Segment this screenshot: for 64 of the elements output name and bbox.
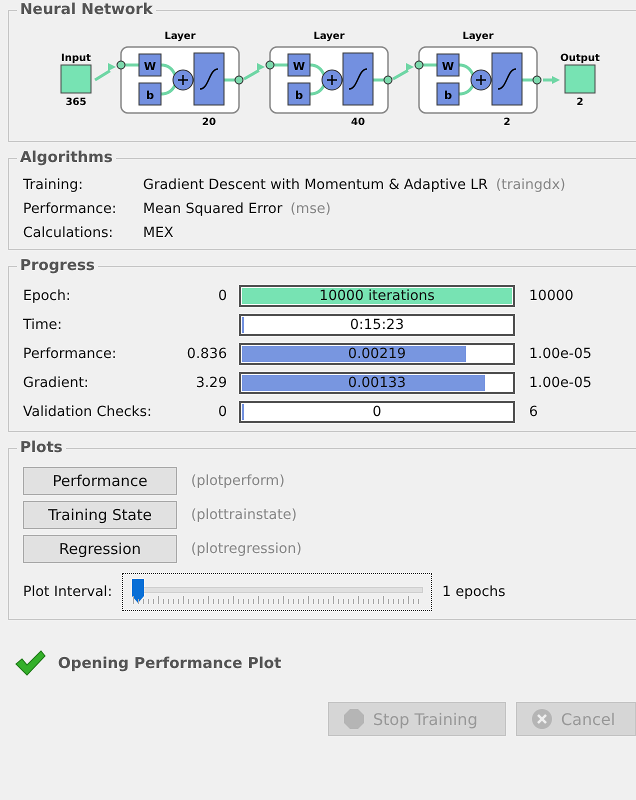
target-value: 6 bbox=[529, 404, 538, 420]
plot-button[interactable]: Training State bbox=[23, 501, 177, 529]
input-label: Input bbox=[61, 53, 91, 64]
progress-label: Gradient: bbox=[23, 375, 90, 391]
cancel-icon bbox=[531, 708, 553, 730]
start-value: 0 bbox=[218, 404, 227, 420]
section-title: Progress bbox=[17, 256, 98, 274]
plot-interval-label: Plot Interval: bbox=[23, 584, 112, 600]
layer-size: 2 bbox=[504, 117, 510, 128]
function-name: (plotperform) bbox=[191, 473, 285, 489]
layer-size: 40 bbox=[351, 117, 365, 128]
function-name: (traingdx) bbox=[496, 177, 566, 193]
plot-button[interactable]: Regression bbox=[23, 535, 177, 563]
layer-label: Layer bbox=[462, 31, 494, 42]
progress-label: Performance: bbox=[23, 346, 118, 362]
algorithm-label: Training: bbox=[23, 177, 84, 193]
progress-value: 0.00133 bbox=[348, 375, 406, 391]
layer-label: Layer bbox=[164, 31, 196, 42]
weight-label: W bbox=[144, 60, 156, 73]
connector-arrow bbox=[94, 63, 116, 82]
algorithm-value: Gradient Descent with Momentum & Adaptive LR bbox=[143, 177, 488, 193]
algorithm-value: MEX bbox=[143, 225, 174, 241]
plot-interval-slider[interactable] bbox=[122, 573, 432, 611]
function-name: (plotregression) bbox=[191, 541, 302, 557]
bias-label: b bbox=[146, 89, 154, 102]
input-size: 365 bbox=[66, 97, 86, 108]
progress-label: Epoch: bbox=[23, 288, 72, 304]
weight-label: W bbox=[292, 60, 306, 73]
checkmark-icon bbox=[14, 650, 46, 676]
layer-size: 20 bbox=[202, 117, 216, 128]
connector-arrow bbox=[543, 76, 560, 84]
bias-label: b bbox=[444, 89, 452, 102]
progress-value: 0:15:23 bbox=[350, 317, 404, 333]
target-value: 1.00e-05 bbox=[529, 346, 592, 362]
connector-arrow bbox=[392, 63, 414, 80]
progress-value: 0.00219 bbox=[348, 346, 406, 362]
start-value: 0.836 bbox=[186, 346, 227, 362]
input-node bbox=[60, 64, 92, 94]
output-label: Output bbox=[560, 53, 600, 64]
stop-sign-icon bbox=[343, 708, 365, 730]
status-text: Opening Performance Plot bbox=[58, 654, 282, 672]
output-node bbox=[564, 64, 596, 94]
output-size: 2 bbox=[576, 97, 584, 108]
start-value: 3.29 bbox=[196, 375, 227, 391]
algorithm-value: Mean Squared Error bbox=[143, 201, 282, 217]
progress-label: Validation Checks: bbox=[23, 404, 153, 420]
progress-label: Time: bbox=[23, 317, 63, 333]
plot-interval-value: 1 epochs bbox=[442, 584, 506, 600]
function-name: (plottrainstate) bbox=[191, 507, 297, 523]
slider-thumb[interactable] bbox=[132, 579, 144, 603]
weight-label: W bbox=[442, 60, 454, 73]
bias-label: b bbox=[295, 89, 303, 102]
target-value: 10000 bbox=[529, 288, 574, 304]
algorithm-label: Calculations: bbox=[23, 225, 114, 241]
layer-label: Layer bbox=[313, 31, 345, 42]
function-name: (mse) bbox=[290, 201, 331, 217]
target-value: 1.00e-05 bbox=[529, 375, 592, 391]
plot-button[interactable]: Performance bbox=[23, 467, 177, 495]
algorithm-label: Performance: bbox=[23, 201, 118, 217]
connector-arrow bbox=[243, 63, 265, 80]
progress-value: 0 bbox=[372, 404, 382, 420]
start-value: 0 bbox=[218, 288, 227, 304]
section-title: Algorithms bbox=[17, 148, 116, 166]
progress-value: 10000 iterations bbox=[319, 288, 435, 304]
